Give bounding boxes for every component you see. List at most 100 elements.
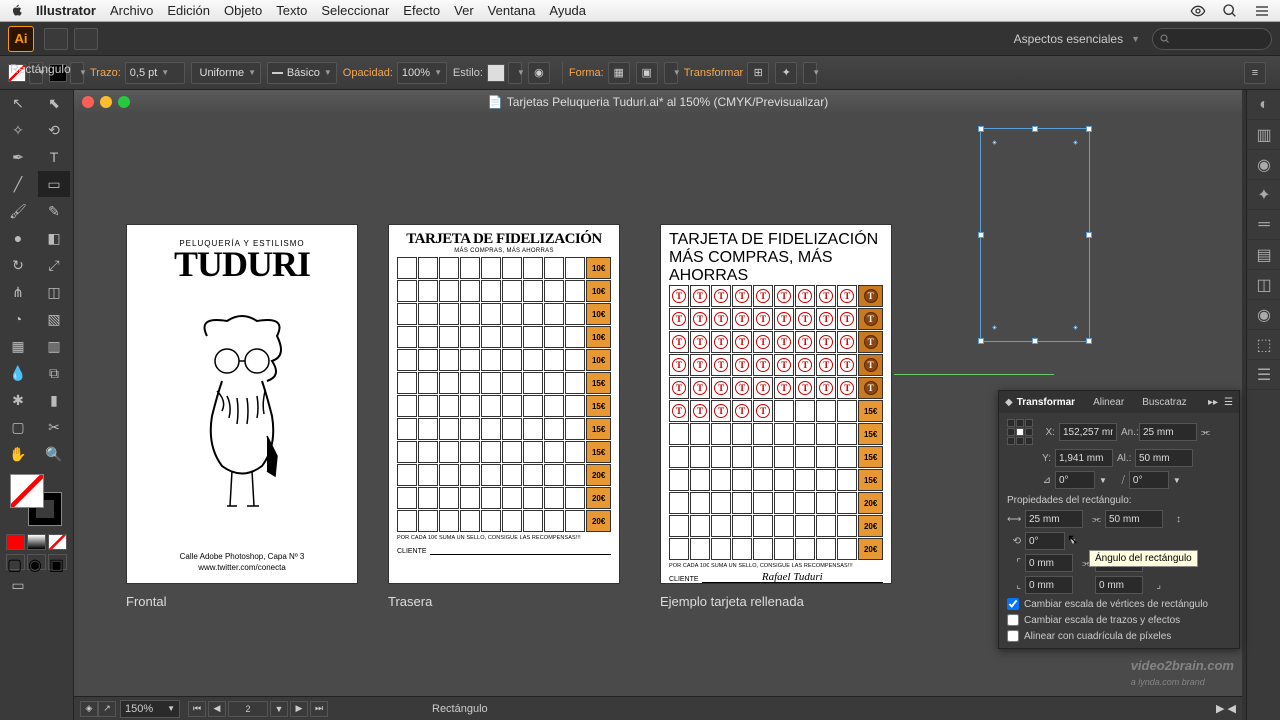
chk-scale-corners[interactable]: Cambiar escala de vértices de rectángulo [1007, 598, 1231, 610]
opacity-field[interactable]: 100%▼ [397, 62, 447, 84]
export-icon[interactable]: ↗ [98, 701, 116, 717]
menu-ver[interactable]: Ver [454, 3, 474, 18]
selection-tool[interactable]: ↖ [2, 90, 34, 116]
appearance-panel-icon[interactable]: ◉ [1247, 300, 1280, 330]
selection-box[interactable] [980, 128, 1090, 342]
menu-icon[interactable] [1254, 3, 1270, 19]
gpu-icon[interactable]: ◈ [80, 701, 98, 717]
zoom-level[interactable]: 150%▼ [120, 700, 180, 718]
corner-br[interactable] [1095, 576, 1143, 594]
lasso-tool[interactable]: ⟲ [38, 117, 70, 143]
extra-icon[interactable]: ✦ [775, 62, 797, 84]
stroke-panel-icon[interactable]: ═ [1247, 210, 1280, 240]
recolor-icon[interactable]: ◉ [528, 62, 550, 84]
tab-align[interactable]: Alinear [1089, 395, 1128, 410]
stroke-profile[interactable]: Uniforme▼ [191, 62, 261, 84]
eye-icon[interactable] [1190, 3, 1206, 19]
rotate-tool[interactable]: ↻ [2, 252, 34, 278]
artboard-dd[interactable]: ▼ [270, 701, 288, 717]
rect-link-icon[interactable]: ⫘ [1087, 514, 1101, 525]
next-artboard[interactable]: ▶ [290, 701, 308, 717]
symbol-tool[interactable]: ✱ [2, 387, 34, 413]
transparency-panel-icon[interactable]: ◫ [1247, 270, 1280, 300]
blob-tool[interactable]: ● [2, 225, 34, 251]
align-icon[interactable]: ▣ [636, 62, 658, 84]
color-panel-icon[interactable]: ◐ [1247, 90, 1280, 120]
reference-point[interactable] [1007, 419, 1033, 445]
prev-artboard[interactable]: ◀ [208, 701, 226, 717]
w-field[interactable] [1139, 423, 1197, 441]
menu-ventana[interactable]: Ventana [488, 3, 536, 18]
link-wh-icon[interactable]: ⫘ [1201, 427, 1210, 438]
rotate-field[interactable] [1055, 471, 1095, 489]
screen-mode-3[interactable]: ▣ [48, 554, 67, 570]
x-field[interactable] [1059, 423, 1117, 441]
shape-props-icon[interactable]: ▦ [608, 62, 630, 84]
wand-tool[interactable]: ✧ [2, 117, 34, 143]
style-swatch[interactable] [487, 64, 505, 82]
shape-builder-tool[interactable]: ◔ [2, 306, 34, 332]
pencil-tool[interactable]: ✎ [38, 198, 70, 224]
stroke-dropdown[interactable]: ▼ [70, 62, 84, 84]
shear-field[interactable] [1129, 471, 1169, 489]
gradient-tool[interactable]: ▥ [38, 333, 70, 359]
blend-tool[interactable]: ⧉ [38, 360, 70, 386]
minimize-icon[interactable] [100, 96, 112, 108]
brushes-panel-icon[interactable]: ◉ [1247, 150, 1280, 180]
screen-mode-1[interactable]: ▢ [6, 554, 25, 570]
last-artboard[interactable]: ⏭ [310, 701, 328, 717]
type-tool[interactable]: T [38, 144, 70, 170]
trazo-label[interactable]: Trazo: [90, 67, 121, 79]
search-field[interactable] [1152, 28, 1272, 50]
mesh-tool[interactable]: ▦ [2, 333, 34, 359]
none-mode[interactable] [48, 534, 67, 550]
panel-toggle-icon[interactable]: ≡ [1244, 62, 1266, 84]
align-dropdown[interactable]: ▼ [664, 62, 678, 84]
gradient-mode[interactable] [27, 534, 46, 550]
layers-panel-icon[interactable]: ☰ [1247, 360, 1280, 390]
style-dropdown[interactable]: ▼ [508, 62, 522, 84]
chk-pixel-align[interactable]: Alinear con cuadrícula de píxeles [1007, 630, 1231, 642]
perspective-tool[interactable]: ▧ [38, 306, 70, 332]
menu-archivo[interactable]: Archivo [110, 3, 153, 18]
rect-w-field[interactable] [1025, 510, 1083, 528]
pen-tool[interactable]: ✒ [2, 144, 34, 170]
chk-scale-strokes[interactable]: Cambiar escala de trazos y efectos [1007, 614, 1231, 626]
direct-select-tool[interactable]: ⬉ [38, 90, 70, 116]
forma-label[interactable]: Forma: [569, 67, 604, 79]
screen-mode-2[interactable]: ◉ [27, 554, 46, 570]
stroke-weight[interactable]: 0,5 pt▼ [125, 62, 185, 84]
close-icon[interactable] [82, 96, 94, 108]
graphic-styles-icon[interactable]: ⬚ [1247, 330, 1280, 360]
artboard-num[interactable]: 2 [228, 701, 268, 717]
graph-tool[interactable]: ▮ [38, 387, 70, 413]
menu-edicion[interactable]: Edición [167, 3, 210, 18]
menu-seleccionar[interactable]: Seleccionar [321, 3, 389, 18]
gradient-panel-icon[interactable]: ▤ [1247, 240, 1280, 270]
arrange-button[interactable] [74, 28, 98, 50]
rect-h-field[interactable] [1105, 510, 1163, 528]
corner-tl[interactable] [1025, 554, 1073, 572]
rect-angle-field[interactable] [1025, 532, 1065, 550]
hand-tool[interactable]: ✋ [2, 441, 34, 467]
menu-objeto[interactable]: Objeto [224, 3, 262, 18]
fill-stroke-indicator[interactable] [10, 474, 62, 526]
menu-ayuda[interactable]: Ayuda [549, 3, 586, 18]
first-artboard[interactable]: ⏮ [188, 701, 206, 717]
free-transform-tool[interactable]: ◫ [38, 279, 70, 305]
swatches-panel-icon[interactable]: ▥ [1247, 120, 1280, 150]
eyedropper-tool[interactable]: 💧 [2, 360, 34, 386]
artboard-tool[interactable]: ▢ [2, 414, 34, 440]
opacity-label[interactable]: Opacidad: [343, 67, 393, 79]
color-mode[interactable] [6, 534, 25, 550]
tab-pathfinder[interactable]: Buscatraz [1138, 395, 1190, 410]
width-tool[interactable]: ⋔ [2, 279, 34, 305]
rectangle-tool[interactable]: ▭ [38, 171, 70, 197]
zoom-icon[interactable] [118, 96, 130, 108]
isolate-icon[interactable]: ⊞ [747, 62, 769, 84]
menu-efecto[interactable]: Efecto [403, 3, 440, 18]
menu-texto[interactable]: Texto [276, 3, 307, 18]
draw-mode[interactable]: ▭ [2, 572, 34, 598]
bridge-button[interactable] [44, 28, 68, 50]
tab-transform[interactable]: Transformar [1013, 395, 1079, 410]
